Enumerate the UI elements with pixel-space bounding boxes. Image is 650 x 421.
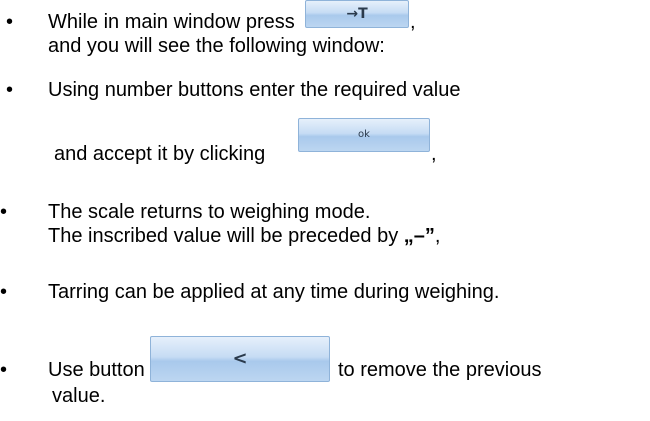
back-button[interactable]: < (150, 336, 330, 382)
bullet-3: • (0, 201, 8, 223)
item-1-text-line2: and you will see the following window: (48, 35, 385, 57)
item-2-text-line2: and accept it by clicking (54, 143, 266, 165)
bullet-2: • (6, 79, 14, 101)
item-1-text: While in main window press (48, 11, 295, 33)
chevron-left-icon: < (232, 348, 248, 369)
item-5-text-line2: value. (52, 385, 106, 407)
bullet-1: • (6, 11, 14, 33)
tare-button[interactable]: →T (305, 0, 409, 28)
item-2-comma: , (431, 143, 437, 165)
bullet-5: • (0, 359, 8, 381)
tare-icon: →T (346, 6, 368, 22)
item-3-text: The scale returns to weighing mode. (48, 201, 371, 223)
item-3-comma: , (434, 225, 441, 247)
item-5-text-cont: to remove the previous (338, 359, 542, 381)
item-5-text: Use button (48, 359, 145, 381)
item-4-text: Tarring can be applied at any time durin… (48, 281, 500, 303)
item-3-text-line2: The inscribed value will be preceded by … (48, 224, 440, 248)
bullet-4: • (0, 281, 8, 303)
item-3-text-line2-main: The inscribed value will be preceded by (48, 225, 399, 247)
minus-quote: „–” (403, 225, 435, 247)
item-2-text: Using number buttons enter the required … (48, 79, 461, 101)
ok-button[interactable]: ok (298, 118, 430, 152)
ok-icon: ok (358, 129, 370, 140)
item-1-comma: , (410, 11, 416, 33)
